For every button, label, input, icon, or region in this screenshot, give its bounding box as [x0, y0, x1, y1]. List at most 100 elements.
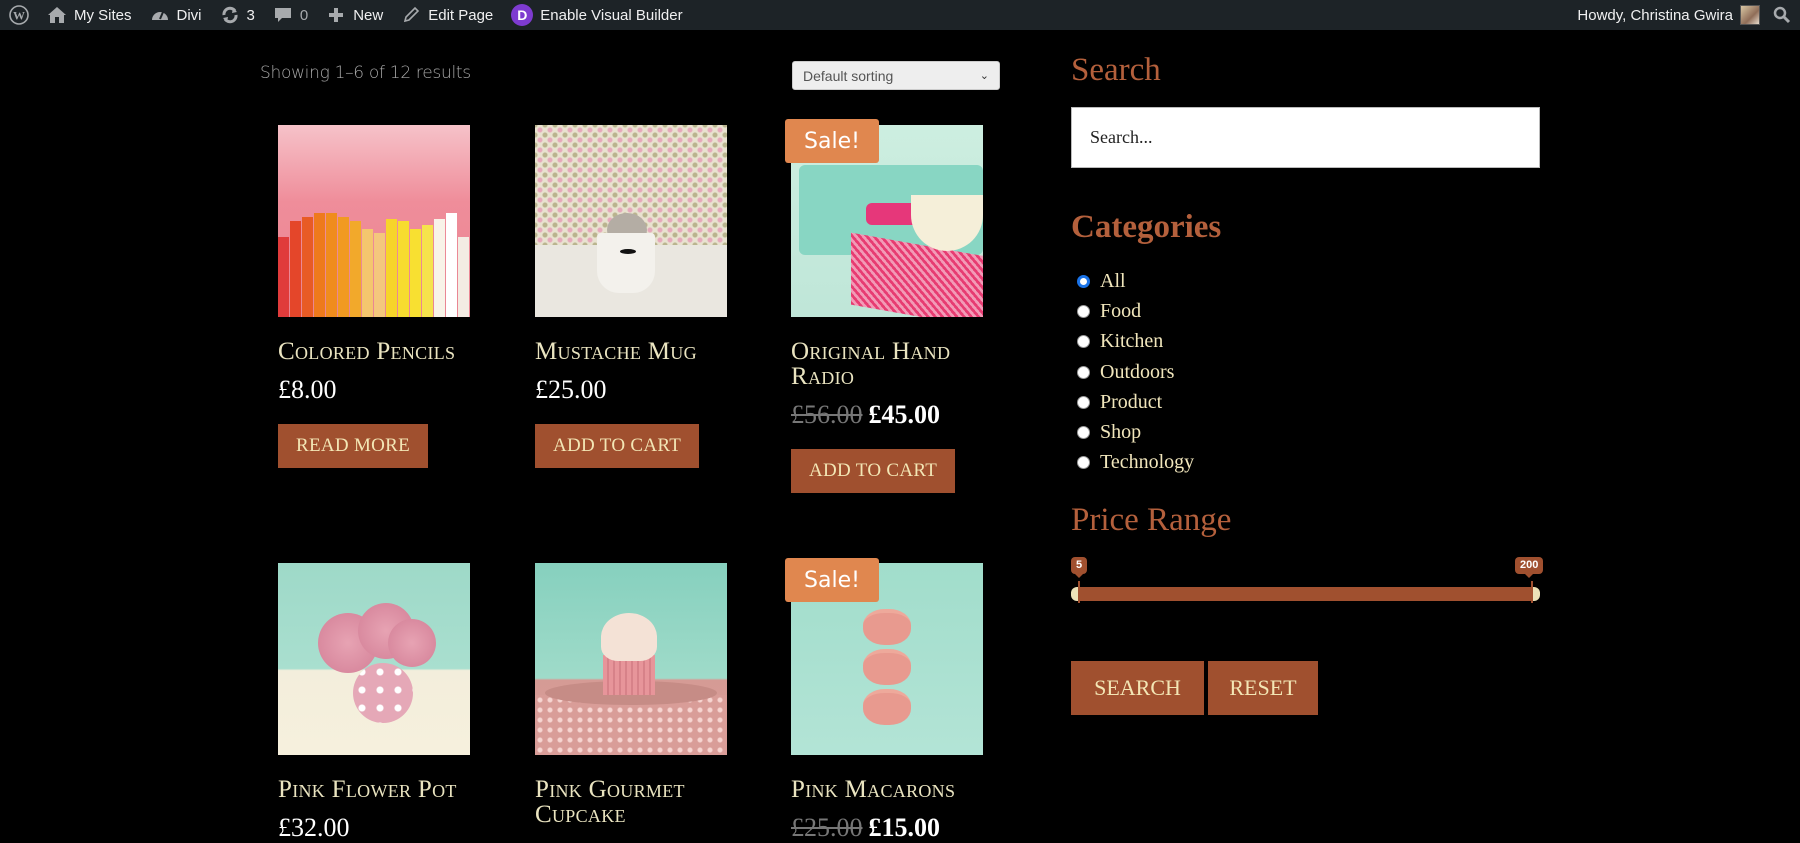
product-image-pink-flower-pot[interactable]	[278, 563, 470, 755]
category-label: Outdoors	[1100, 360, 1175, 383]
product-image-colored-pencils[interactable]	[278, 125, 470, 317]
category-option-kitchen[interactable]: Kitchen	[1077, 327, 1194, 357]
search-button[interactable]: SEARCH	[1071, 661, 1204, 715]
wordpress-icon: W	[9, 5, 29, 25]
radio-button[interactable]	[1077, 274, 1090, 288]
original-price: £25.00	[791, 813, 863, 842]
product-price: £25.00	[535, 376, 727, 404]
read-more-button[interactable]: READ MORE	[278, 424, 429, 468]
product-title[interactable]: Pink Gourmet Cupcake	[535, 777, 727, 827]
product-card: Pink Gourmet Cupcake	[535, 563, 727, 827]
price-min-tooltip: 5	[1071, 557, 1088, 578]
price-range-widget-title: Price Range	[1071, 502, 1232, 538]
product-title[interactable]: Pink Flower Pot	[278, 777, 470, 802]
current-price: £25.00	[535, 375, 607, 404]
visual-builder-link[interactable]: D Enable Visual Builder	[502, 0, 691, 30]
admin-bar: W My Sites Divi 3 0 New Edit Page D Enab…	[0, 0, 1800, 30]
product-card: Mustache Mug £25.00 ADD TO CART	[535, 125, 727, 468]
comment-icon	[273, 5, 293, 25]
avatar	[1740, 5, 1760, 25]
svg-text:W: W	[13, 9, 25, 23]
slider-selected-range	[1078, 587, 1533, 601]
price-range-slider[interactable]	[1071, 581, 1540, 604]
price-max-tooltip: 200	[1515, 557, 1544, 578]
my-sites-label: My Sites	[74, 6, 132, 24]
house-icon	[47, 5, 67, 25]
radio-button[interactable]	[1077, 365, 1090, 379]
category-option-food[interactable]: Food	[1077, 296, 1194, 326]
search-placeholder: Search...	[1090, 127, 1153, 147]
my-sites-menu[interactable]: My Sites	[38, 0, 141, 30]
product-price: £8.00	[278, 376, 470, 404]
category-label: Technology	[1100, 451, 1195, 474]
add-to-cart-button[interactable]: ADD TO CART	[535, 424, 700, 468]
sale-badge: Sale!	[785, 119, 879, 163]
search-icon	[1772, 5, 1792, 25]
updates-count: 3	[246, 6, 255, 24]
add-to-cart-button[interactable]: ADD TO CART	[791, 449, 956, 493]
category-option-outdoors[interactable]: Outdoors	[1077, 357, 1194, 387]
product-image-mustache-mug[interactable]	[535, 125, 727, 317]
product-title[interactable]: Pink Macarons	[791, 777, 983, 802]
product-title[interactable]: Mustache Mug	[535, 339, 727, 364]
slider-min-handle[interactable]	[1078, 581, 1080, 603]
category-option-technology[interactable]: Technology	[1077, 448, 1194, 478]
radio-button[interactable]	[1077, 426, 1090, 440]
category-label: Food	[1100, 299, 1142, 322]
product-card: Colored Pencils £8.00 READ MORE	[278, 125, 470, 468]
site-name-label: Divi	[176, 6, 202, 24]
sorting-selected-value: Default sorting	[803, 67, 894, 84]
category-option-product[interactable]: Product	[1077, 387, 1194, 417]
reset-button[interactable]: RESET	[1208, 661, 1318, 715]
radio-button[interactable]	[1077, 456, 1090, 470]
wp-logo-menu[interactable]: W	[0, 0, 38, 30]
search-widget-title: Search	[1071, 52, 1161, 88]
sale-price: £15.00	[868, 813, 941, 842]
sale-price: £45.00	[868, 400, 941, 429]
visual-builder-label: Enable Visual Builder	[540, 6, 683, 24]
current-price: £8.00	[278, 375, 337, 404]
category-label: Shop	[1100, 421, 1142, 444]
radio-button[interactable]	[1077, 335, 1090, 349]
comments-menu[interactable]: 0	[264, 0, 317, 30]
plus-icon	[326, 5, 346, 25]
original-price: £56.00	[791, 400, 863, 429]
radio-button[interactable]	[1077, 304, 1090, 318]
divi-icon: D	[511, 4, 534, 26]
sorting-select[interactable]: Default sorting ⌄	[792, 61, 1000, 90]
search-input[interactable]: Search...	[1071, 107, 1540, 168]
result-count: Showing 1–6 of 12 results	[260, 63, 471, 83]
product-image-pink-gourmet-cupcake[interactable]	[535, 563, 727, 755]
dashboard-icon	[150, 5, 170, 25]
edit-page-label: Edit Page	[428, 6, 494, 24]
site-name-menu[interactable]: Divi	[141, 0, 211, 30]
category-label: Kitchen	[1100, 330, 1164, 353]
product-card: Pink Macarons £25.00 £15.00	[791, 563, 983, 842]
chevron-down-icon: ⌄	[979, 70, 989, 82]
refresh-icon	[220, 5, 240, 25]
product-card: Original Hand Radio £56.00 £45.00 ADD TO …	[791, 125, 983, 493]
radio-button[interactable]	[1077, 395, 1090, 409]
categories-widget-title: Categories	[1071, 209, 1222, 245]
new-label: New	[353, 6, 384, 24]
category-option-shop[interactable]: Shop	[1077, 417, 1194, 447]
new-content-menu[interactable]: New	[317, 0, 392, 30]
user-greeting: Howdy, Christina Gwira	[1577, 6, 1733, 24]
sale-badge: Sale!	[785, 558, 879, 602]
category-option-all[interactable]: All	[1077, 266, 1194, 296]
edit-page-link[interactable]: Edit Page	[392, 0, 502, 30]
product-title[interactable]: Original Hand Radio	[791, 339, 983, 389]
category-label: All	[1100, 269, 1126, 292]
category-label: Product	[1100, 390, 1163, 413]
slider-max-handle[interactable]	[1531, 581, 1533, 603]
product-price: £25.00 £15.00	[791, 814, 983, 842]
user-account-menu[interactable]: Howdy, Christina Gwira	[1568, 0, 1766, 30]
product-title[interactable]: Colored Pencils	[278, 339, 470, 364]
admin-search-button[interactable]	[1766, 0, 1800, 30]
pencil-icon	[401, 5, 421, 25]
product-price: £32.00	[278, 814, 470, 842]
product-card: Pink Flower Pot £32.00	[278, 563, 470, 842]
updates-menu[interactable]: 3	[211, 0, 264, 30]
category-list: All Food Kitchen Outdoors Product Shop T…	[1077, 266, 1194, 478]
current-price: £32.00	[278, 813, 350, 842]
